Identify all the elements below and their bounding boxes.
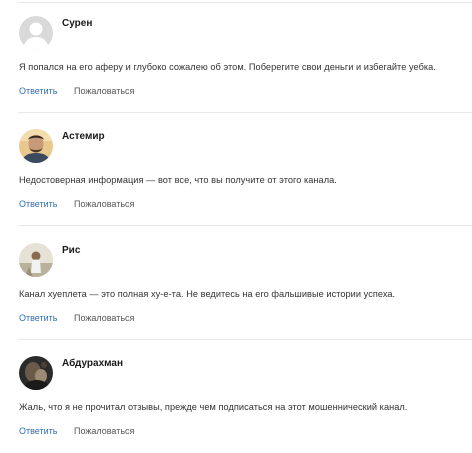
comment-item: Абдурахман Жаль, что я не прочитал отзыв… — [0, 340, 472, 453]
comment-text: Недостоверная информация — вот все, что … — [19, 175, 337, 185]
comment-text: Жаль, что я не прочитал отзывы, прежде ч… — [19, 402, 408, 412]
comment-actions: Ответить Пожаловаться — [19, 199, 134, 209]
comments-list: Сурен Я попался на его аферу и глубоко с… — [0, 0, 472, 449]
report-link[interactable]: Пожаловаться — [74, 199, 134, 209]
comment-text: Канал хуеплета — это полная ху-е-та. Не … — [19, 289, 396, 299]
report-link[interactable]: Пожаловаться — [74, 86, 134, 96]
comment-author: Абдурахман — [62, 358, 124, 369]
reply-link[interactable]: Ответить — [19, 313, 57, 323]
comment-author: Астемир — [62, 131, 105, 142]
comment-author: Сурен — [62, 18, 93, 29]
report-link[interactable]: Пожаловаться — [74, 313, 134, 323]
comment-text: Я попался на его аферу и глубоко сожалею… — [19, 62, 436, 72]
user-photo-avatar — [19, 356, 53, 390]
reply-link[interactable]: Ответить — [19, 426, 57, 436]
comment-author: Рис — [62, 245, 81, 256]
comment-item: Рис Канал хуеплета — это полная ху-е-та.… — [0, 227, 472, 340]
report-link[interactable]: Пожаловаться — [74, 426, 134, 436]
divider — [18, 225, 472, 226]
comment-actions: Ответить Пожаловаться — [19, 426, 134, 436]
user-photo-avatar — [19, 129, 53, 163]
user-photo-avatar — [19, 243, 53, 277]
comment-item: Астемир Недостоверная информация — вот в… — [0, 113, 472, 226]
comment-item: Сурен Я попался на его аферу и глубоко с… — [0, 0, 472, 113]
comment-actions: Ответить Пожаловаться — [19, 86, 134, 96]
comment-actions: Ответить Пожаловаться — [19, 313, 134, 323]
reply-link[interactable]: Ответить — [19, 86, 57, 96]
reply-link[interactable]: Ответить — [19, 199, 57, 209]
default-user-icon — [19, 16, 53, 50]
